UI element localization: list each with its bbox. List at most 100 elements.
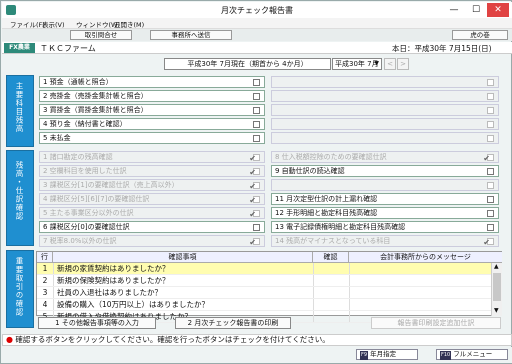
check-item-label: 11 月次定型仕訳の計上漏れ確認	[275, 195, 378, 203]
check-item-button[interactable]: 9 自動仕訳の読込確認	[271, 165, 499, 177]
check-item-button[interactable]: 11 月次定型仕訳の計上漏れ確認	[271, 193, 499, 205]
check-item-checkbox[interactable]: ✔	[249, 238, 260, 246]
row-divider	[349, 287, 350, 298]
row-number: 1	[42, 264, 48, 273]
menu-monthly[interactable]: 五開き(M)	[114, 19, 144, 29]
check-item-button	[271, 179, 499, 191]
today-date: 本日：平成30年 7月15日(日)	[392, 44, 492, 53]
check-item-label: 6 課税区分[0]の要確認仕訳	[43, 223, 130, 231]
period-select[interactable]: 平成30年 7月 ▼	[332, 58, 382, 70]
row-divider	[349, 275, 350, 286]
balance-item-button[interactable]: 1 預金（通帳と照合）	[39, 76, 265, 88]
title-bar: 月次チェック報告書 — ☐ ✕	[2, 2, 512, 18]
row-divider	[349, 311, 350, 322]
table-row[interactable]: 3 社員の入退社はありましたか？	[37, 287, 491, 299]
col-header-item: 確認事項	[53, 252, 313, 263]
f9-key-label: 年月指定	[370, 350, 397, 358]
empty-slot-checkbox	[487, 121, 494, 128]
empty-slot	[271, 132, 499, 144]
menu-view[interactable]: 表示(V)	[42, 19, 65, 29]
f9-key-button[interactable]: F9 年月指定	[356, 349, 418, 360]
f10-key-button[interactable]: F10 フルメニュー	[436, 349, 508, 360]
balance-item-button[interactable]: 5 未払金	[39, 132, 265, 144]
window-title: 月次チェック報告書	[221, 6, 293, 15]
balance-item-label: 3 買掛金（買掛金集計帳と照合）	[43, 106, 148, 114]
check-item-checkbox[interactable]	[487, 224, 494, 231]
minimize-button[interactable]: —	[443, 3, 465, 17]
balance-item-button[interactable]: 3 買掛金（買掛金集計帳と照合）	[39, 104, 265, 116]
row-divider	[53, 263, 54, 274]
table-row[interactable]: 4 設備の購入（10万円以上）はありましたか？	[37, 299, 491, 311]
col-header-no: 行	[37, 252, 53, 263]
close-button[interactable]: ✕	[487, 3, 509, 17]
check-item-label: 8 仕入税額控除のための要確認仕訳	[275, 153, 387, 161]
menu-bar: ファイル(F) 表示(V) ウィンドウ(W) 五開き(M)	[2, 18, 512, 29]
inquiry-button[interactable]: 取引問合せ	[70, 30, 132, 40]
other-report-button[interactable]: 1 その他報告事項等の入力	[38, 317, 156, 329]
empty-slot	[271, 76, 499, 88]
balance-item-button[interactable]: 4 預り金（納付書と確認）	[39, 118, 265, 130]
tora-no-maki-button[interactable]: 虎の巻	[452, 30, 508, 40]
checkmark-icon: ✔	[249, 182, 256, 191]
check-item-checkbox[interactable]	[487, 196, 494, 203]
row-divider	[349, 299, 350, 310]
check-item-button[interactable]: 8 仕入税額控除のための要確認仕訳 ✔	[271, 151, 499, 163]
check-item-button[interactable]: 2 空欄科目を使用した仕訳 ✔	[39, 165, 265, 177]
check-item-checkbox[interactable]	[487, 182, 494, 189]
check-item-button[interactable]: 5 主たる事業区分以外の仕訳 ✔	[39, 207, 265, 219]
confirmation-table: 行 確認事項 確認 会計事務所からのメッセージ 1 新規の家賃契約はありましたか？…	[36, 251, 502, 323]
check-item-button[interactable]: 1 諸口勘定の残高確認 ✔	[39, 151, 265, 163]
row-number: 3	[42, 288, 48, 297]
period-select-value: 平成30年 7月	[335, 60, 379, 68]
row-question: 設備の購入（10万円以上）はありましたか？	[57, 300, 210, 309]
function-key-bar: F9 年月指定 F10 フルメニュー	[2, 347, 512, 363]
scroll-down-icon[interactable]: ▼	[494, 307, 499, 314]
scrollbar[interactable]: ▲ ▼	[491, 263, 502, 316]
balance-item-label: 4 預り金（納付書と確認）	[43, 120, 127, 128]
row-number: 2	[42, 276, 48, 285]
balance-item-checkbox[interactable]	[253, 121, 260, 128]
check-item-button[interactable]: 7 税率8.0%以外の仕訳 ✔	[39, 235, 265, 247]
check-item-checkbox[interactable]: ✔	[249, 168, 260, 176]
check-item-button[interactable]: 3 課税区分[1]の要確認仕訳（売上高以外） ✔	[39, 179, 265, 191]
status-bar: ● 確認するボタンをクリックしてください。確認を行ったボタンはチェックを付けてく…	[2, 334, 512, 346]
print-settings-button[interactable]: 報告書印刷設定追加仕訳	[371, 317, 501, 329]
scroll-up-icon[interactable]: ▲	[494, 263, 499, 270]
check-item-button[interactable]: 13 電子記録債権明細と勘定科目残高確認	[271, 221, 499, 233]
row-divider	[313, 299, 314, 310]
balance-item-checkbox[interactable]	[253, 79, 260, 86]
check-item-button[interactable]: 4 課税区分[5][6][7]の要確認仕訳 ✔	[39, 193, 265, 205]
send-to-office-button[interactable]: 事務所へ送信	[150, 30, 232, 40]
balance-item-checkbox[interactable]	[253, 93, 260, 100]
check-item-button[interactable]: 6 課税区分[0]の要確認仕訳	[39, 221, 265, 233]
check-item-checkbox[interactable]: ✔	[249, 182, 260, 190]
menu-file[interactable]: ファイル(F)	[10, 19, 45, 29]
check-item-label: 3 課税区分[1]の要確認仕訳（売上高以外）	[43, 181, 179, 189]
check-item-checkbox[interactable]: ✔	[249, 210, 260, 218]
balance-item-checkbox[interactable]	[253, 135, 260, 142]
next-month-button[interactable]: >	[397, 58, 409, 70]
print-report-button[interactable]: 2 月次チェック報告書の印刷	[175, 317, 291, 329]
balance-item-label: 1 預金（通帳と照合）	[43, 78, 113, 86]
check-item-button[interactable]: 14 残高がマイナスとなっている科目 ✔	[271, 235, 499, 247]
check-item-checkbox[interactable]: ✔	[249, 154, 260, 162]
check-item-checkbox[interactable]: ✔	[483, 154, 494, 162]
app-window: 月次チェック報告書 — ☐ ✕ ファイル(F) 表示(V) ウィンドウ(W) 五…	[0, 0, 512, 364]
checkmark-icon: ✔	[483, 154, 490, 163]
check-item-checkbox[interactable]	[487, 168, 494, 175]
prev-month-button[interactable]: <	[384, 58, 396, 70]
balance-item-checkbox[interactable]	[253, 107, 260, 114]
check-item-checkbox[interactable]: ✔	[249, 196, 260, 204]
balance-item-button[interactable]: 2 売掛金（売掛金集計帳と照合）	[39, 90, 265, 102]
checkmark-icon: ✔	[249, 168, 256, 177]
check-item-checkbox[interactable]	[487, 210, 494, 217]
table-row[interactable]: 1 新規の家賃契約はありましたか？	[37, 263, 491, 275]
f9-key-number: F9	[360, 351, 369, 360]
scroll-thumb[interactable]	[493, 273, 501, 301]
section-important-label: 重要取引の確認	[15, 257, 24, 317]
maximize-button[interactable]: ☐	[465, 3, 487, 17]
check-item-checkbox[interactable]: ✔	[483, 238, 494, 246]
check-item-button[interactable]: 12 手形明細と勘定科目残高確認	[271, 207, 499, 219]
check-item-checkbox[interactable]	[253, 224, 260, 231]
table-row[interactable]: 2 新規の保険契約はありましたか？	[37, 275, 491, 287]
